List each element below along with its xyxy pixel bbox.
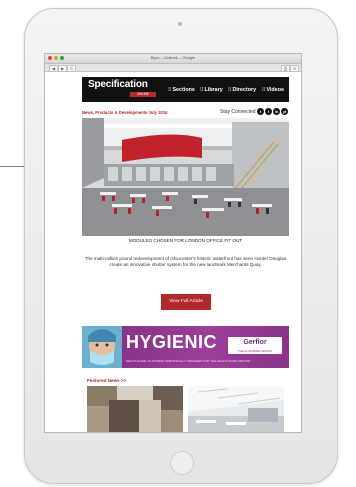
camera-dot	[178, 22, 182, 26]
grid-icon: ⁝⁝	[228, 87, 232, 93]
print-icon[interactable]: ⎙	[281, 65, 290, 72]
browser-window: Byco – Outlook – Google ◀ ▶ ↻ ⎙ ✕ Specif…	[44, 53, 302, 433]
nav-library-label: Library	[204, 87, 223, 93]
close-dot[interactable]	[48, 56, 52, 60]
zoom-dot[interactable]	[60, 56, 64, 60]
grid-icon: ⁝⁝	[168, 87, 172, 93]
nav-sections[interactable]: ⁝⁝Sections	[168, 87, 195, 93]
view-full-article-button[interactable]: View Full Article	[161, 294, 211, 310]
nav-directory[interactable]: ⁝⁝Directory	[228, 87, 256, 93]
linkedin-icon[interactable]: in	[273, 108, 280, 115]
youtube-icon[interactable]: yt	[281, 108, 288, 115]
surgeon-image	[82, 326, 122, 368]
window-title: Byco – Outlook – Google	[150, 55, 196, 60]
office-interior-image	[188, 386, 284, 432]
close-tab-icon[interactable]: ✕	[290, 65, 299, 72]
ad-headline: HYGIENIC	[126, 332, 218, 352]
featured-thumb-flooring[interactable]	[87, 386, 183, 432]
nav-sections-label: Sections	[172, 87, 195, 93]
grid-icon: ⁝⁝	[200, 87, 204, 93]
nav-videos[interactable]: ⁝⁝Videos	[262, 87, 284, 93]
flooring-samples-image	[87, 386, 183, 432]
brand-logo[interactable]: Specification	[88, 79, 148, 90]
browser-toolbar: ◀ ▶ ↻ ⎙ ✕	[45, 64, 301, 72]
featured-news-heading[interactable]: Featured News >>	[87, 378, 126, 383]
featured-thumb-office[interactable]	[188, 386, 284, 432]
ad-tagline: HEALTHCARE | FLOORING SPECIFICALLY DESIG…	[126, 359, 251, 363]
nav-library[interactable]: ⁝⁝Library	[200, 87, 223, 93]
nav-directory-label: Directory	[232, 87, 257, 93]
reload-icon[interactable]: ↻	[67, 65, 76, 72]
site-header: Specification ONLINE ⁝⁝Sections ⁝⁝Librar…	[82, 77, 289, 102]
twitter-icon[interactable]: t	[257, 108, 264, 115]
nav-videos-label: Videos	[266, 87, 285, 93]
gerflor-subtitle: THE FLOORING GROUP	[237, 349, 273, 353]
facebook-icon[interactable]: f	[265, 108, 272, 115]
article-summary: The multi-million pound redevelopment of…	[84, 256, 287, 268]
window-titlebar: Byco – Outlook – Google	[45, 54, 301, 64]
forward-icon[interactable]: ▶	[58, 65, 67, 72]
article-photo[interactable]	[82, 118, 289, 236]
grid-icon: ⁝⁝	[262, 87, 266, 93]
minimize-dot[interactable]	[54, 56, 58, 60]
back-icon[interactable]: ◀	[49, 65, 58, 72]
brand-badge: ONLINE	[130, 92, 156, 97]
atrium-image	[82, 118, 289, 236]
hygienic-ad-banner[interactable]: HYGIENIC HEALTHCARE | FLOORING SPECIFICA…	[82, 326, 289, 368]
article-caption[interactable]: MODULEO CHOSEN FOR LONDON OFFICE FIT OUT	[82, 238, 289, 243]
issue-heading: News, Products & Developments July 2016	[82, 110, 168, 115]
stay-connected-label: Stay Connected	[220, 109, 256, 115]
home-button[interactable]	[170, 451, 194, 475]
